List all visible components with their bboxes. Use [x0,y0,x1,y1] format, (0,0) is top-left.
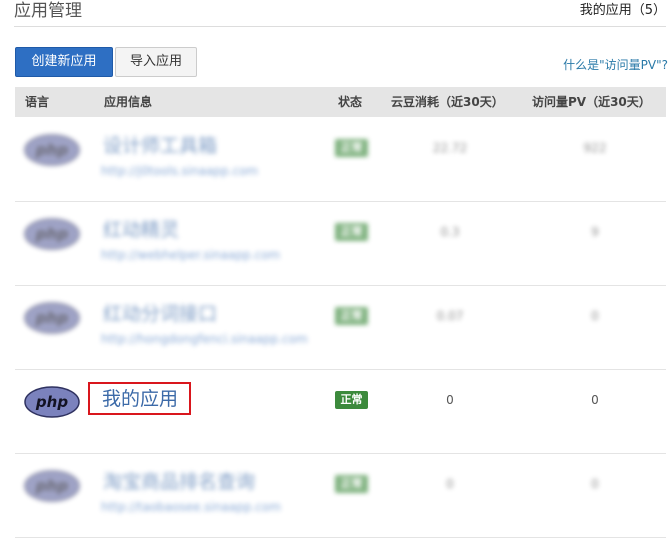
beans-value: 0 [446,477,454,491]
php-logo-icon: php [24,470,80,502]
column-app-info: 应用信息 [104,95,153,109]
status-badge: 正常 [335,391,368,409]
app-name-link[interactable]: 设计师工具箱 [103,135,217,157]
status-badge: 正常 [335,223,368,241]
pv-value: 922 [583,141,607,155]
status-badge: 正常 [335,139,368,157]
beans-value: 0.3 [440,225,460,239]
pv-value: 0 [591,477,599,491]
pv-help-link[interactable]: 什么是"访问量PV"? [563,58,668,72]
create-app-button[interactable]: 创建新应用 [15,47,113,77]
svg-text:php: php [35,477,68,495]
page-header: 应用管理 我的应用（5） [14,0,666,27]
app-url-link[interactable]: http://taobaosee.sinaapp.com [101,500,281,514]
app-name-link[interactable]: 我的应用 [102,388,178,410]
app-name-link[interactable]: 淘宝商品排名查询 [103,471,255,493]
table-row: php 淘宝商品排名查询 http://taobaosee.sinaapp.co… [15,453,666,538]
page-title: 应用管理 [14,1,82,21]
my-apps-count[interactable]: 我的应用（5） [580,3,666,19]
pv-value: 0 [591,309,599,323]
app-name-link[interactable]: 红动精灵 [103,219,179,241]
php-logo-icon: php [24,134,80,166]
column-status: 状态 [338,95,363,109]
app-url-link[interactable]: http://webhelper.sinaapp.com [101,248,280,262]
table-row: php 红动分词接口 http://hongdongfenci.sinaapp.… [15,285,666,370]
svg-text:php: php [35,393,68,411]
beans-value: 0.07 [436,309,464,323]
column-pv: 访问量PV（近30天） [532,95,651,109]
app-url-link[interactable]: http://j0tools.sinaapp.com [101,164,258,178]
beans-value: 0 [446,393,454,407]
status-badge: 正常 [335,475,368,493]
table-row-highlighted: php 我的应用 正常 0 0 [15,369,666,454]
svg-text:php: php [35,141,68,159]
php-logo-icon: php [24,386,80,418]
pv-value: 9 [591,225,599,239]
php-logo-icon: php [24,218,80,250]
status-badge: 正常 [335,307,368,325]
svg-text:php: php [35,225,68,243]
pv-value: 0 [591,393,599,407]
table-row: php 设计师工具箱 http://j0tools.sinaapp.com 正常… [15,117,666,202]
table-row: php 红动精灵 http://webhelper.sinaapp.com 正常… [15,201,666,286]
column-beans: 云豆消耗（近30天） [391,95,504,109]
import-app-button[interactable]: 导入应用 [115,47,197,77]
app-url-link[interactable]: http://hongdongfenci.sinaapp.com [101,332,308,346]
app-name-link[interactable]: 红动分词接口 [103,303,217,325]
table-header: 语言 应用信息 状态 云豆消耗（近30天） 访问量PV（近30天） [15,87,666,117]
column-language: 语言 [25,95,50,109]
beans-value: 22.72 [432,141,468,155]
php-logo-icon: php [24,302,80,334]
svg-text:php: php [35,309,68,327]
